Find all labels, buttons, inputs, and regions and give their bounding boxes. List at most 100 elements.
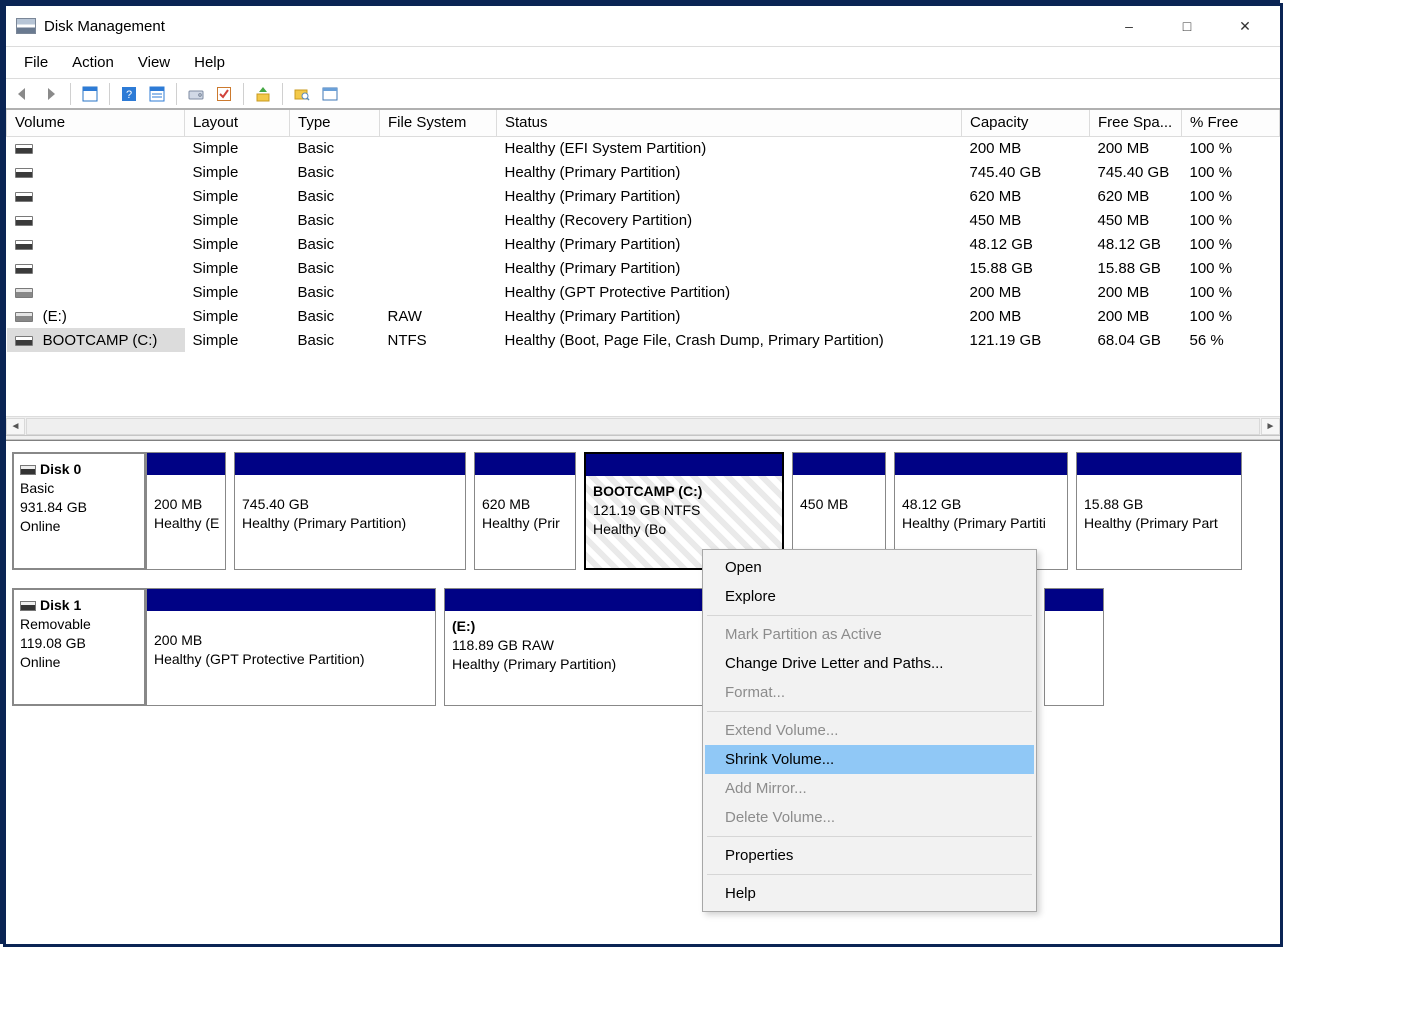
context-menu-item[interactable]: Change Drive Letter and Paths... [705, 649, 1034, 678]
disk-graphical-pane: Disk 0Basic931.84 GBOnline200 MBHealthy … [6, 440, 1280, 706]
cell-layout: Simple [185, 184, 290, 208]
cell-capacity: 121.19 GB [962, 328, 1090, 352]
table-row[interactable]: SimpleBasicHealthy (Primary Partition)15… [7, 256, 1280, 280]
col-fs[interactable]: File System [380, 110, 497, 136]
search-folder-icon[interactable] [289, 82, 315, 106]
scroll-left-arrow[interactable]: ◄ [6, 418, 25, 435]
disk-size: 119.08 GB [20, 634, 138, 653]
volume-icon [15, 264, 33, 274]
horizontal-scrollbar[interactable]: ◄ ► [6, 416, 1280, 435]
help-icon[interactable]: ? [116, 82, 142, 106]
partition-size: 200 MB [154, 631, 428, 650]
cell-pct: 56 % [1182, 328, 1280, 352]
table-row[interactable]: (E:)SimpleBasicRAWHealthy (Primary Parti… [7, 304, 1280, 328]
list-icon[interactable] [144, 82, 170, 106]
col-free[interactable]: Free Spa... [1090, 110, 1182, 136]
menu-bar: File Action View Help [6, 46, 1280, 78]
table-row[interactable]: SimpleBasicHealthy (Primary Partition)74… [7, 160, 1280, 184]
menu-action[interactable]: Action [62, 50, 124, 75]
cell-type: Basic [290, 208, 380, 232]
partition-status: Healthy (Prir [482, 514, 568, 533]
partition-band [1045, 589, 1103, 611]
table-row[interactable]: SimpleBasicHealthy (Primary Partition)62… [7, 184, 1280, 208]
context-menu-item[interactable]: Properties [705, 841, 1034, 870]
partition-blank[interactable] [1044, 588, 1104, 706]
forward-button[interactable] [38, 82, 64, 106]
menu-view[interactable]: View [128, 50, 180, 75]
partition-status: Healthy (Primary Partition) [242, 514, 458, 533]
partition-size: 450 MB [800, 495, 878, 514]
context-menu-separator [707, 615, 1032, 616]
cell-status: Healthy (Primary Partition) [497, 184, 962, 208]
menu-file[interactable]: File [14, 50, 58, 75]
col-status[interactable]: Status [497, 110, 962, 136]
cell-fs: RAW [380, 304, 497, 328]
partition-band [235, 453, 465, 475]
cell-free: 450 MB [1090, 208, 1182, 232]
col-pct[interactable]: % Free [1182, 110, 1280, 136]
cell-free: 200 MB [1090, 280, 1182, 304]
disk-state: Online [20, 653, 138, 672]
partition[interactable]: 620 MBHealthy (Prir [474, 452, 576, 570]
properties-icon[interactable] [77, 82, 103, 106]
cell-fs [380, 208, 497, 232]
partition[interactable]: 200 MBHealthy (GPT Protective Partition) [146, 588, 436, 706]
col-type[interactable]: Type [290, 110, 380, 136]
cell-capacity: 450 MB [962, 208, 1090, 232]
col-layout[interactable]: Layout [185, 110, 290, 136]
volume-table[interactable]: Volume Layout Type File System Status Ca… [6, 110, 1280, 352]
disk-row: Disk 0Basic931.84 GBOnline200 MBHealthy … [12, 452, 1274, 570]
maximize-button[interactable] [1158, 9, 1216, 44]
cell-pct: 100 % [1182, 208, 1280, 232]
context-menu-item: Add Mirror... [705, 774, 1034, 803]
content-area: Volume Layout Type File System Status Ca… [6, 108, 1280, 804]
cell-layout: Simple [185, 136, 290, 160]
window-icon[interactable] [317, 82, 343, 106]
col-capacity[interactable]: Capacity [962, 110, 1090, 136]
partition-title: BOOTCAMP (C:) [593, 482, 775, 501]
partition[interactable]: 15.88 GBHealthy (Primary Part [1076, 452, 1242, 570]
cell-layout: Simple [185, 208, 290, 232]
cell-fs [380, 160, 497, 184]
back-button[interactable] [10, 82, 36, 106]
volume-name: (E:) [39, 308, 67, 325]
context-menu-item: Format... [705, 678, 1034, 707]
table-row[interactable]: SimpleBasicHealthy (GPT Protective Parti… [7, 280, 1280, 304]
minimize-button[interactable] [1100, 9, 1158, 44]
disk-icon[interactable] [183, 82, 209, 106]
check-icon[interactable] [211, 82, 237, 106]
partition[interactable]: 200 MBHealthy (E [146, 452, 226, 570]
upload-icon[interactable] [250, 82, 276, 106]
context-menu-item[interactable]: Help [705, 879, 1034, 908]
cell-pct: 100 % [1182, 232, 1280, 256]
partition[interactable]: 745.40 GBHealthy (Primary Partition) [234, 452, 466, 570]
scroll-right-arrow[interactable]: ► [1261, 418, 1280, 435]
context-menu-item[interactable]: Shrink Volume... [705, 745, 1034, 774]
context-menu-item[interactable]: Explore [705, 582, 1034, 611]
disk-header[interactable]: Disk 1Removable119.08 GBOnline [12, 588, 146, 706]
volume-icon [15, 288, 33, 298]
disk-header[interactable]: Disk 0Basic931.84 GBOnline [12, 452, 146, 570]
table-row[interactable]: SimpleBasicHealthy (Primary Partition)48… [7, 232, 1280, 256]
volume-name: BOOTCAMP (C:) [39, 332, 158, 349]
partition-status: Healthy (GPT Protective Partition) [154, 650, 428, 669]
table-row[interactable]: SimpleBasicHealthy (EFI System Partition… [7, 136, 1280, 160]
svg-text:?: ? [126, 89, 132, 101]
table-row[interactable]: SimpleBasicHealthy (Recovery Partition)4… [7, 208, 1280, 232]
cell-layout: Simple [185, 256, 290, 280]
col-volume[interactable]: Volume [7, 110, 185, 136]
table-row[interactable]: BOOTCAMP (C:)SimpleBasicNTFSHealthy (Boo… [7, 328, 1280, 352]
scroll-track[interactable] [26, 418, 1260, 435]
volume-icon [15, 168, 33, 178]
menu-help[interactable]: Help [184, 50, 235, 75]
cell-capacity: 620 MB [962, 184, 1090, 208]
close-button[interactable] [1216, 9, 1274, 44]
cell-status: Healthy (Recovery Partition) [497, 208, 962, 232]
context-menu-item[interactable]: Open [705, 553, 1034, 582]
partition-band [475, 453, 575, 475]
volume-icon [15, 312, 33, 322]
partition-band [793, 453, 885, 475]
volume-icon [15, 216, 33, 226]
volume-icon [15, 144, 33, 154]
cell-capacity: 200 MB [962, 136, 1090, 160]
